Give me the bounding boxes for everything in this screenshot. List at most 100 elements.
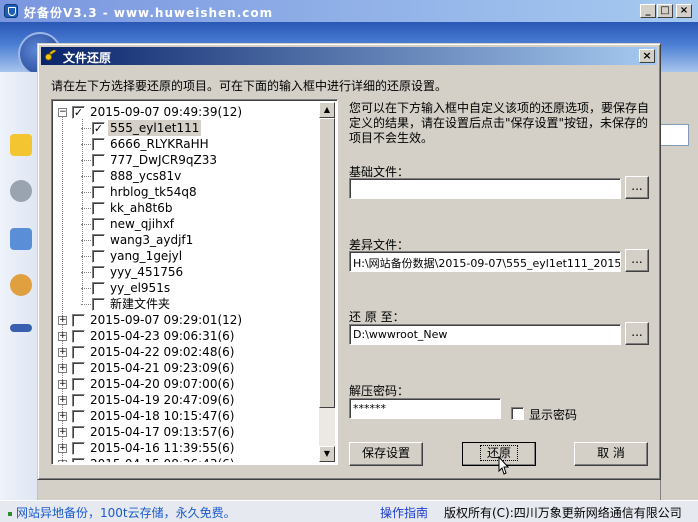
tree-node[interactable]: ✓ 555_eyl1et111 (54, 120, 320, 136)
tree-node[interactable]: wang3_aydjf1 (54, 232, 320, 248)
tool-icon[interactable] (10, 324, 32, 332)
tree-node[interactable]: 888_ycs81v (54, 168, 320, 184)
node-checkbox[interactable] (72, 458, 85, 462)
minimize-button[interactable]: _ (640, 4, 656, 18)
tree-node[interactable]: − ✓ 2015-09-07 09:49:39(12) (54, 104, 320, 120)
node-checkbox[interactable] (92, 266, 105, 279)
tree-node[interactable]: new_qjihxf (54, 216, 320, 232)
base-file-browse-button[interactable]: ... (625, 176, 649, 199)
expand-icon[interactable]: + (58, 364, 67, 373)
password-label: 解压密码： (349, 384, 410, 398)
node-checkbox[interactable] (92, 298, 105, 311)
background-field (661, 124, 689, 146)
base-file-input[interactable] (349, 178, 621, 199)
expand-icon[interactable]: + (58, 348, 67, 357)
tree-node[interactable]: 新建文件夹 (54, 296, 320, 312)
tree-node[interactable]: kk_ah8t6b (54, 200, 320, 216)
node-label: 2015-04-21 09:23:09(6) (90, 361, 235, 375)
tree-node[interactable]: yyy_451756 (54, 264, 320, 280)
expand-icon[interactable]: + (58, 412, 67, 421)
node-label: new_qjihxf (110, 217, 175, 231)
cloud-icon[interactable] (10, 228, 32, 250)
diff-file-input[interactable]: H:\网站备份数据\2015-09-07\555_eyl1et111_20150… (349, 251, 621, 272)
expand-icon[interactable]: + (58, 444, 67, 453)
node-label: 555_eyl1et111 (108, 120, 202, 136)
tree-connector (81, 192, 91, 193)
dialog-close-button[interactable]: × (639, 49, 655, 63)
node-label: kk_ah8t6b (110, 201, 173, 215)
show-password-checkbox[interactable] (511, 407, 524, 420)
help-link[interactable]: 操作指南 (380, 504, 428, 521)
node-checkbox[interactable] (72, 394, 85, 407)
backup-icon[interactable] (10, 134, 32, 156)
node-checkbox[interactable] (92, 250, 105, 263)
node-checkbox[interactable] (92, 218, 105, 231)
node-checkbox[interactable] (72, 314, 85, 327)
user-icon[interactable] (10, 274, 32, 296)
save-settings-button[interactable]: 保存设置 (349, 442, 423, 466)
tree-node[interactable]: +2015-04-22 09:02:48(6) (54, 344, 320, 360)
cancel-button[interactable]: 取 消 (574, 442, 648, 466)
tree-node[interactable]: +2015-09-07 09:29:01(12) (54, 312, 320, 328)
password-input[interactable]: ****** (349, 398, 501, 419)
node-checkbox[interactable] (92, 170, 105, 183)
expand-icon[interactable]: + (58, 460, 67, 462)
expand-icon[interactable]: + (58, 396, 67, 405)
diff-file-browse-button[interactable]: ... (625, 249, 649, 272)
tree-node[interactable]: yang_1gejyl (54, 248, 320, 264)
node-label: 2015-09-07 09:49:39(12) (90, 105, 243, 119)
tree-node[interactable]: +2015-04-16 11:39:55(6) (54, 440, 320, 456)
tree-connector (81, 144, 91, 145)
node-checkbox[interactable] (92, 186, 105, 199)
expand-icon[interactable]: + (58, 428, 67, 437)
node-checkbox[interactable] (92, 282, 105, 295)
tree-node[interactable]: +2015-04-19 20:47:09(6) (54, 392, 320, 408)
backup-tree[interactable]: − ✓ 2015-09-07 09:49:39(12) ✓ 555_eyl1et111 6… (51, 99, 338, 465)
node-label: 2015-04-15 08:26:43(6) (88, 456, 236, 462)
node-checkbox[interactable] (92, 154, 105, 167)
node-checkbox[interactable] (92, 138, 105, 151)
node-checkbox[interactable] (72, 362, 85, 375)
node-label: 2015-04-20 09:07:00(6) (90, 377, 235, 391)
tree-node[interactable]: +2015-04-20 09:07:00(6) (54, 376, 320, 392)
tree-connector (81, 208, 91, 209)
scroll-down-button[interactable]: ▼ (319, 446, 335, 462)
scroll-thumb[interactable] (319, 118, 335, 408)
node-checkbox[interactable] (72, 442, 85, 455)
tree-node[interactable]: 777_DwJCR9qZ33 (54, 152, 320, 168)
tree-connector (81, 128, 91, 129)
tree-node[interactable]: +2015-04-21 09:23:09(6) (54, 360, 320, 376)
node-checkbox[interactable] (92, 202, 105, 215)
tree-scrollbar[interactable]: ▲ ▼ (319, 102, 335, 462)
expand-icon[interactable]: + (58, 332, 67, 341)
tree-node[interactable]: +2015-04-18 10:15:47(6) (54, 408, 320, 424)
node-checkbox[interactable]: ✓ (92, 122, 105, 135)
node-checkbox[interactable]: ✓ (72, 106, 85, 119)
tree-node[interactable]: +2015-04-23 09:06:31(6) (54, 328, 320, 344)
database-icon[interactable] (10, 180, 32, 202)
maximize-button[interactable]: □ (657, 4, 673, 18)
expand-icon[interactable]: + (58, 316, 67, 325)
tree-node[interactable]: +2015-04-17 09:13:57(6) (54, 424, 320, 440)
node-checkbox[interactable] (72, 346, 85, 359)
tree-node[interactable]: yy_el951s (54, 280, 320, 296)
tree-connector (81, 288, 91, 289)
scroll-up-button[interactable]: ▲ (319, 102, 335, 118)
status-message-text: 网站异地备份，100t云存储，永久免费。 (16, 506, 236, 520)
node-checkbox[interactable] (72, 410, 85, 423)
node-checkbox[interactable] (72, 426, 85, 439)
node-checkbox[interactable] (92, 234, 105, 247)
tree-node[interactable]: +2015-04-15 08:26:43(6) (54, 456, 320, 462)
close-button[interactable]: × (676, 4, 692, 18)
restore-to-browse-button[interactable]: ... (625, 322, 649, 345)
tree-node[interactable]: 6666_RLYKRaHH (54, 136, 320, 152)
restore-to-input[interactable]: D:\wwwroot_New (349, 324, 621, 345)
node-label: yy_el951s (110, 281, 171, 295)
node-label: 2015-04-17 09:13:57(6) (90, 425, 235, 439)
node-checkbox[interactable] (72, 378, 85, 391)
expand-icon[interactable]: + (58, 380, 67, 389)
tree-node[interactable]: hrblog_tk54q8 (54, 184, 320, 200)
node-checkbox[interactable] (72, 330, 85, 343)
app-logo-icon (4, 4, 18, 18)
collapse-icon[interactable]: − (58, 108, 67, 117)
